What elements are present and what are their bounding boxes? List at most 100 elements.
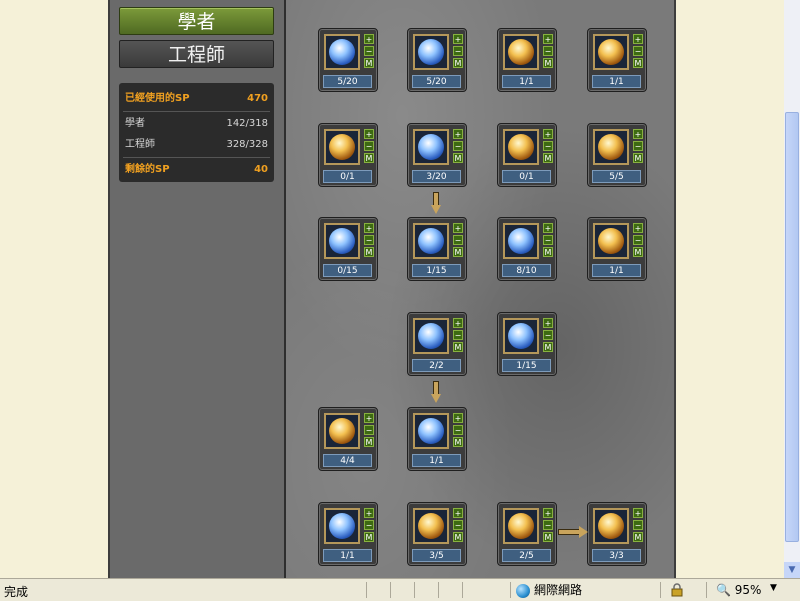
skill-minus-button[interactable]: − [364, 141, 374, 151]
skill-minus-button[interactable]: − [633, 46, 643, 56]
skill-minus-button[interactable]: − [453, 141, 463, 151]
skill-minus-button[interactable]: − [364, 46, 374, 56]
scroll-thumb[interactable] [785, 112, 799, 542]
skill-icon[interactable] [503, 34, 539, 70]
skill-plus-button[interactable]: + [364, 223, 374, 233]
skill-max-button[interactable]: M [453, 153, 463, 163]
skill-plus-button[interactable]: + [633, 34, 643, 44]
skill-icon[interactable] [324, 129, 360, 165]
skill-slot[interactable]: + − M 3/3 [587, 502, 647, 566]
skill-plus-button[interactable]: + [543, 318, 553, 328]
skill-icon[interactable] [413, 413, 449, 449]
protected-mode-icon[interactable] [670, 583, 684, 597]
skill-icon[interactable] [503, 508, 539, 544]
skill-minus-button[interactable]: − [453, 425, 463, 435]
skill-slot[interactable]: + − M 1/15 [407, 217, 467, 281]
skill-max-button[interactable]: M [453, 532, 463, 542]
skill-plus-button[interactable]: + [543, 508, 553, 518]
skill-max-button[interactable]: M [633, 153, 643, 163]
skill-slot[interactable]: + − M 0/15 [318, 217, 378, 281]
skill-slot[interactable]: + − M 2/5 [497, 502, 557, 566]
skill-max-button[interactable]: M [453, 58, 463, 68]
skill-max-button[interactable]: M [543, 247, 553, 257]
skill-max-button[interactable]: M [364, 58, 374, 68]
scroll-down-button[interactable]: ▼ [784, 562, 800, 578]
skill-icon[interactable] [503, 223, 539, 259]
skill-plus-button[interactable]: + [453, 223, 463, 233]
skill-plus-button[interactable]: + [633, 223, 643, 233]
skill-max-button[interactable]: M [364, 532, 374, 542]
skill-plus-button[interactable]: + [633, 508, 643, 518]
skill-plus-button[interactable]: + [543, 34, 553, 44]
skill-max-button[interactable]: M [543, 58, 553, 68]
vertical-scrollbar[interactable]: ▼ [784, 0, 800, 578]
skill-minus-button[interactable]: − [543, 141, 553, 151]
skill-max-button[interactable]: M [453, 247, 463, 257]
skill-max-button[interactable]: M [543, 342, 553, 352]
security-zone[interactable]: 網際網路 [516, 582, 582, 598]
skill-icon[interactable] [593, 508, 629, 544]
skill-slot[interactable]: + − M 8/10 [497, 217, 557, 281]
skill-slot[interactable]: + − M 1/1 [587, 217, 647, 281]
skill-slot[interactable]: + − M 3/5 [407, 502, 467, 566]
skill-slot[interactable]: + − M 5/20 [318, 28, 378, 92]
skill-max-button[interactable]: M [633, 58, 643, 68]
skill-minus-button[interactable]: − [453, 520, 463, 530]
skill-icon[interactable] [324, 34, 360, 70]
skill-icon[interactable] [413, 34, 449, 70]
skill-plus-button[interactable]: + [453, 413, 463, 423]
skill-slot[interactable]: + − M 5/5 [587, 123, 647, 187]
skill-plus-button[interactable]: + [543, 223, 553, 233]
skill-slot[interactable]: + − M 1/1 [318, 502, 378, 566]
skill-plus-button[interactable]: + [453, 318, 463, 328]
skill-slot[interactable]: + − M 2/2 [407, 312, 467, 376]
skill-slot[interactable]: + − M 4/4 [318, 407, 378, 471]
skill-plus-button[interactable]: + [633, 129, 643, 139]
skill-slot[interactable]: + − M 5/20 [407, 28, 467, 92]
skill-minus-button[interactable]: − [543, 520, 553, 530]
skill-minus-button[interactable]: − [453, 330, 463, 340]
zoom-control[interactable]: 🔍 95% [716, 582, 761, 598]
skill-plus-button[interactable]: + [453, 129, 463, 139]
skill-slot[interactable]: + − M 1/1 [407, 407, 467, 471]
skill-max-button[interactable]: M [364, 437, 374, 447]
skill-icon[interactable] [503, 129, 539, 165]
skill-max-button[interactable]: M [633, 247, 643, 257]
skill-icon[interactable] [324, 223, 360, 259]
skill-minus-button[interactable]: − [364, 520, 374, 530]
skill-minus-button[interactable]: − [543, 235, 553, 245]
skill-max-button[interactable]: M [364, 153, 374, 163]
skill-minus-button[interactable]: − [453, 46, 463, 56]
skill-plus-button[interactable]: + [543, 129, 553, 139]
zoom-dropdown-icon[interactable]: ▼ [770, 583, 777, 593]
scroll-up-button[interactable] [784, 0, 800, 16]
skill-minus-button[interactable]: − [453, 235, 463, 245]
skill-max-button[interactable]: M [543, 532, 553, 542]
skill-plus-button[interactable]: + [453, 508, 463, 518]
skill-slot[interactable]: + − M 1/15 [497, 312, 557, 376]
skill-max-button[interactable]: M [453, 437, 463, 447]
class-tab-engineer[interactable]: 工程師 [119, 40, 274, 68]
skill-minus-button[interactable]: − [633, 235, 643, 245]
skill-icon[interactable] [503, 318, 539, 354]
skill-plus-button[interactable]: + [364, 34, 374, 44]
skill-slot[interactable]: + − M 0/1 [318, 123, 378, 187]
skill-slot[interactable]: + − M 1/1 [587, 28, 647, 92]
skill-minus-button[interactable]: − [543, 330, 553, 340]
skill-icon[interactable] [413, 129, 449, 165]
skill-max-button[interactable]: M [543, 153, 553, 163]
skill-icon[interactable] [593, 223, 629, 259]
skill-minus-button[interactable]: − [364, 235, 374, 245]
skill-slot[interactable]: + − M 3/20 [407, 123, 467, 187]
skill-minus-button[interactable]: − [633, 141, 643, 151]
class-tab-scholar[interactable]: 學者 [119, 7, 274, 35]
skill-slot[interactable]: + − M 0/1 [497, 123, 557, 187]
skill-minus-button[interactable]: − [633, 520, 643, 530]
skill-icon[interactable] [413, 223, 449, 259]
skill-icon[interactable] [324, 508, 360, 544]
skill-minus-button[interactable]: − [364, 425, 374, 435]
skill-plus-button[interactable]: + [364, 508, 374, 518]
skill-max-button[interactable]: M [633, 532, 643, 542]
skill-max-button[interactable]: M [364, 247, 374, 257]
skill-minus-button[interactable]: − [543, 46, 553, 56]
